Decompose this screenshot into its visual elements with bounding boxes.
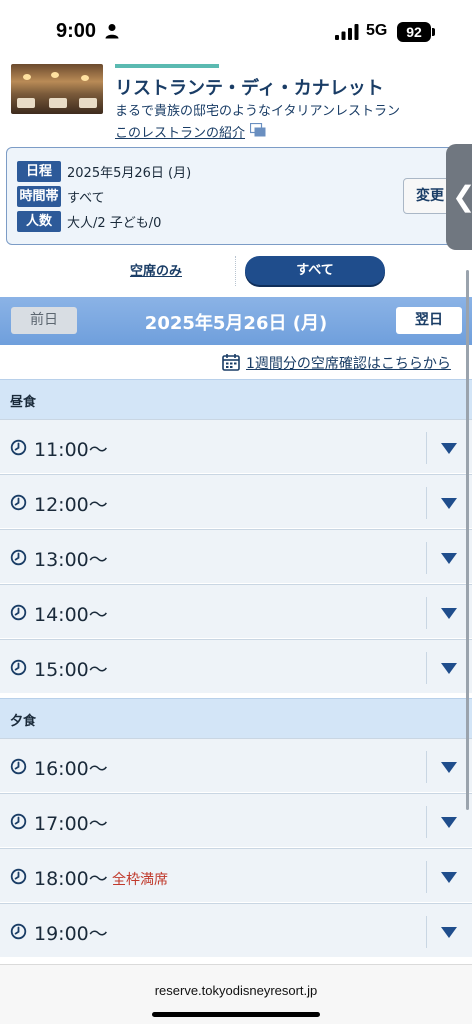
clock-icon xyxy=(10,758,27,775)
clock-icon xyxy=(10,549,27,566)
expand-arrow-icon[interactable] xyxy=(441,608,457,619)
expand-arrow-icon[interactable] xyxy=(441,443,457,454)
expand-arrow-icon[interactable] xyxy=(441,498,457,509)
restaurant-header: リストランテ・ディ・カナレット まるで貴族の邸宅のようなイタリアンレストラン こ… xyxy=(0,56,472,142)
battery-tip xyxy=(432,28,435,36)
slot-divider xyxy=(426,432,427,464)
time-slot[interactable]: 14:00〜 xyxy=(0,584,472,638)
slot-divider xyxy=(426,916,427,948)
filter-divider xyxy=(235,256,236,286)
section-title: 夕食 xyxy=(10,714,37,729)
chevron-left-icon: ❮ xyxy=(452,180,472,213)
date-value: 2025年5月26日 (月) xyxy=(67,165,192,181)
restaurant-name: リストランテ・ディ・カナレット xyxy=(115,78,384,99)
battery-icon: 92 xyxy=(397,22,431,42)
time-slot[interactable]: 11:00〜 xyxy=(0,419,472,473)
expand-arrow-icon[interactable] xyxy=(441,927,457,938)
slot-time: 15:00〜 xyxy=(34,659,108,681)
time-slot[interactable]: 12:00〜 xyxy=(0,474,472,528)
week-link-row: 1週間分の空席確認はこちらから xyxy=(0,350,472,376)
condition-people: 人数 大人/2 子ども/0 xyxy=(17,210,161,232)
time-slot[interactable]: 15:00〜 xyxy=(0,639,472,693)
slot-time: 14:00〜 xyxy=(34,604,108,626)
status-time: 9:00 xyxy=(56,20,97,42)
slot-divider xyxy=(426,542,427,574)
section-header-dinner: 夕食 xyxy=(0,698,472,738)
weekly-availability-link[interactable]: 1週間分の空席確認はこちらから xyxy=(246,353,451,373)
expand-arrow-icon[interactable] xyxy=(441,872,457,883)
scrollbar[interactable] xyxy=(466,270,469,810)
people-value: 大人/2 子ども/0 xyxy=(67,215,162,231)
slot-time: 13:00〜 xyxy=(34,549,108,571)
time-slot[interactable]: 18:00〜 全枠満席 xyxy=(0,848,472,902)
date-tag: 日程 xyxy=(17,160,61,182)
filter-all-button[interactable]: すべて xyxy=(245,256,385,285)
clock-icon xyxy=(10,439,27,456)
expand-arrow-icon[interactable] xyxy=(441,762,457,773)
slot-status-full: 全枠満席 xyxy=(112,872,168,888)
filter-vacancy-only[interactable]: 空席のみ xyxy=(96,260,216,279)
external-window-icon xyxy=(250,123,266,137)
time-slot[interactable]: 19:00〜 xyxy=(0,903,472,957)
home-indicator[interactable] xyxy=(152,1012,320,1017)
clock-icon xyxy=(10,659,27,676)
restaurant-intro-link[interactable]: このレストランの紹介 xyxy=(115,122,245,141)
slot-divider xyxy=(426,806,427,838)
person-icon xyxy=(105,24,119,39)
date-navigation: 前日 2025年5月26日 (月) 翌日 xyxy=(0,297,472,345)
section-header-lunch: 昼食 xyxy=(0,379,472,419)
clock-icon xyxy=(10,923,27,940)
restaurant-description: まるで貴族の邸宅のようなイタリアンレストラン xyxy=(115,104,400,119)
section-title: 昼食 xyxy=(10,395,37,410)
slot-time: 11:00〜 xyxy=(34,439,108,461)
signal-icon xyxy=(335,24,359,40)
side-drawer-tab[interactable]: ❮ xyxy=(446,144,472,250)
slot-divider xyxy=(426,751,427,783)
accent-bar xyxy=(115,64,219,68)
restaurant-photo xyxy=(11,64,103,114)
time-slot[interactable]: 17:00〜 xyxy=(0,793,472,847)
next-day-button[interactable]: 翌日 xyxy=(396,307,462,334)
slot-divider xyxy=(426,597,427,629)
clock-icon xyxy=(10,604,27,621)
expand-arrow-icon[interactable] xyxy=(441,663,457,674)
expand-arrow-icon[interactable] xyxy=(441,553,457,564)
url-bar[interactable]: reserve.tokyodisneyresort.jp xyxy=(0,983,472,998)
slot-time: 17:00〜 xyxy=(34,813,108,835)
condition-date: 日程 2025年5月26日 (月) xyxy=(17,160,191,182)
slot-time: 12:00〜 xyxy=(34,494,108,516)
status-bar: 9:00 5G 92 xyxy=(0,0,472,56)
calendar-icon xyxy=(222,354,240,371)
clock-icon xyxy=(10,813,27,830)
slot-divider xyxy=(426,487,427,519)
clock-icon xyxy=(10,494,27,511)
slot-time: 16:00〜 xyxy=(34,758,108,780)
condition-time: 時間帯 すべて xyxy=(17,185,105,207)
search-conditions: 日程 2025年5月26日 (月) 時間帯 すべて 人数 大人/2 子ども/0 … xyxy=(6,147,464,245)
time-value: すべて xyxy=(67,190,105,206)
expand-arrow-icon[interactable] xyxy=(441,817,457,828)
slot-time: 18:00〜 xyxy=(34,868,108,890)
people-tag: 人数 xyxy=(17,210,61,232)
slot-divider xyxy=(426,652,427,684)
time-slot[interactable]: 13:00〜 xyxy=(0,529,472,583)
clock-icon xyxy=(10,868,27,885)
time-tag: 時間帯 xyxy=(17,185,61,207)
slot-divider xyxy=(426,861,427,893)
browser-bottom-bar: reserve.tokyodisneyresort.jp xyxy=(0,964,472,1024)
slot-time: 19:00〜 xyxy=(34,923,108,945)
network-label: 5G xyxy=(366,22,388,39)
time-slot[interactable]: 16:00〜 xyxy=(0,738,472,792)
